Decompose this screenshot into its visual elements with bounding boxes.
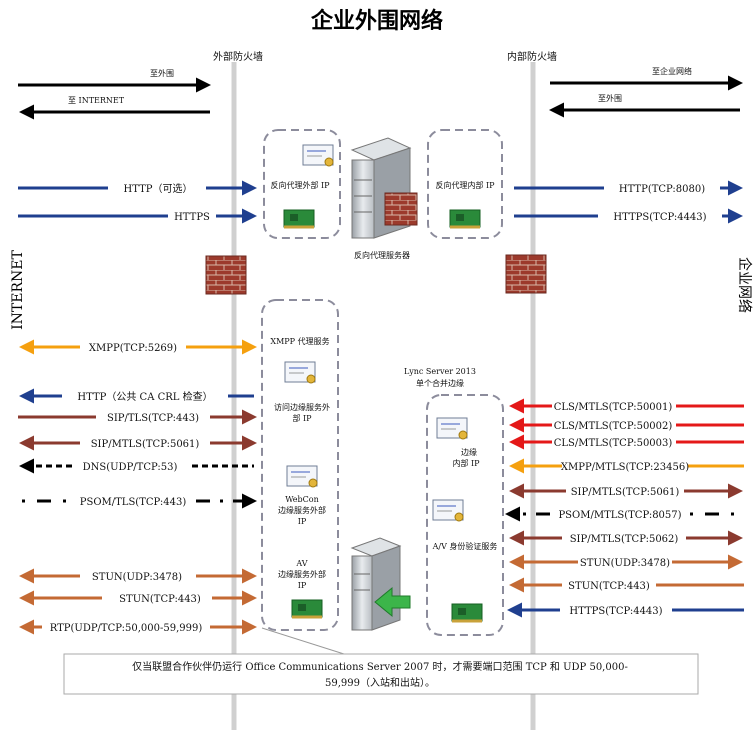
left-protocol-label: HTTP（公共 CA CRL 检查） xyxy=(77,390,212,403)
network-card-icon xyxy=(451,603,483,623)
webconf-edge-label-line1: WebCon xyxy=(285,495,319,504)
reverse-proxy-external-ip-label: 反向代理外部 IP xyxy=(270,180,330,190)
right-protocol-label: CLS/MTLS(TCP:50003) xyxy=(554,438,673,449)
webconf-edge-label-line3: IP xyxy=(298,517,307,526)
certificate-icon xyxy=(432,499,464,522)
right-protocol-label: SIP/MTLS(TCP:5062) xyxy=(570,534,679,545)
network-card-icon xyxy=(449,209,481,229)
right-protocol-label: HTTP(TCP:8080) xyxy=(619,184,705,195)
xmpp-service-label: XMPP 代理服务 xyxy=(270,336,329,346)
av-edge-label-line1: AV xyxy=(295,559,307,568)
edge-caption-line2: 单个合并边缘 xyxy=(416,378,464,388)
left-protocol-label: SIP/TLS(TCP:443) xyxy=(107,413,199,424)
left-protocol-label: HTTP（可选） xyxy=(124,182,193,195)
webconf-edge-label-line2: 边缘服务外部 xyxy=(278,505,326,515)
certificate-icon xyxy=(436,417,468,440)
note-line2: 59,999（入站和出站）。 xyxy=(325,676,435,689)
left-protocol-label: RTP(UDP/TCP:50,000-59,999) xyxy=(50,623,203,634)
diagram-canvas: 企业外围网络 外部防火墙 内部防火墙 INTERNET 企业网络 至外围 至 I… xyxy=(10,8,753,730)
left-protocol-label: STUN(UDP:3478) xyxy=(92,572,182,583)
right-protocol-label: PSOM/MTLS(TCP:8057) xyxy=(558,510,681,521)
left-protocol-label: DNS(UDP/TCP:53) xyxy=(83,462,178,473)
access-edge-label-line1: 访问边缘服务外 xyxy=(274,402,330,412)
right-protocol-label: STUN(TCP:443) xyxy=(568,581,650,592)
right-protocol-label: CLS/MTLS(TCP:50002) xyxy=(554,421,673,432)
left-protocol-label: HTTPS xyxy=(174,212,210,223)
right-protocol-label: STUN(UDP:3478) xyxy=(580,558,670,569)
right-protocol-label: HTTPS(TCP:4443) xyxy=(569,606,662,617)
diagram-title: 企业外围网络 xyxy=(310,8,443,34)
note-line1: 仅当联盟合作伙伴仍运行 Office Communications Server… xyxy=(132,660,628,673)
edge-caption-line1: Lync Server 2013 xyxy=(404,367,476,376)
note-callout-pointer xyxy=(261,627,345,655)
outer-firewall-icon xyxy=(205,255,247,295)
right-protocol-label: XMPP/MTLS(TCP:23456) xyxy=(561,462,689,473)
reverse-proxy-server-label: 反向代理服务器 xyxy=(354,250,410,260)
left-protocol-label: XMPP(TCP:5269) xyxy=(89,343,177,354)
edge-internal-label-line2: 内部 IP xyxy=(452,458,480,468)
reverse-proxy-internal-ip-label: 反向代理内部 IP xyxy=(435,180,495,190)
network-card-icon xyxy=(291,599,323,619)
left-protocol-arrows: HTTP（可选） HTTPS XMPP(TCP:5269) HTTP（公共 CA… xyxy=(18,180,257,635)
inner-firewall-label: 内部防火墙 xyxy=(507,50,557,63)
label-to-perimeter-left: 至外围 xyxy=(150,68,174,78)
left-protocol-label: SIP/MTLS(TCP:5061) xyxy=(91,439,200,450)
reverse-proxy-firewall-icon xyxy=(384,192,418,226)
certificate-icon xyxy=(302,144,334,167)
left-protocol-label: STUN(TCP:443) xyxy=(119,594,201,605)
av-auth-service-label: A/V 身份验证服务 xyxy=(432,541,498,551)
corporate-side-label: 企业网络 xyxy=(736,257,753,313)
left-protocol-label: PSOM/TLS(TCP:443) xyxy=(80,497,187,508)
certificate-icon xyxy=(284,361,316,384)
av-edge-label-line3: IP xyxy=(298,581,307,590)
av-edge-label-line2: 边缘服务外部 xyxy=(278,569,326,579)
edge-network-diagram: 企业外围网络 外部防火墙 内部防火墙 INTERNET 企业网络 至外围 至 I… xyxy=(0,0,754,730)
network-card-icon xyxy=(283,209,315,229)
outer-firewall-label: 外部防火墙 xyxy=(213,50,263,63)
right-protocol-label: CLS/MTLS(TCP:50001) xyxy=(554,402,673,413)
label-to-internet: 至 INTERNET xyxy=(68,96,125,105)
label-to-corporate: 至企业网络 xyxy=(652,66,692,76)
edge-server-icon xyxy=(350,537,402,631)
right-protocol-arrows: HTTP(TCP:8080) HTTPS(TCP:4443) CLS/MTLS(… xyxy=(505,180,744,618)
certificate-icon xyxy=(286,465,318,488)
access-edge-label-line2: 部 IP xyxy=(292,413,312,423)
right-protocol-label: HTTPS(TCP:4443) xyxy=(613,212,706,223)
inner-firewall-icon xyxy=(505,254,547,294)
internet-side-label: INTERNET xyxy=(10,249,26,329)
right-protocol-label: SIP/MTLS(TCP:5061) xyxy=(571,487,680,498)
label-to-perimeter-right: 至外围 xyxy=(598,93,622,103)
edge-internal-label-line1: 边缘 xyxy=(461,447,477,457)
